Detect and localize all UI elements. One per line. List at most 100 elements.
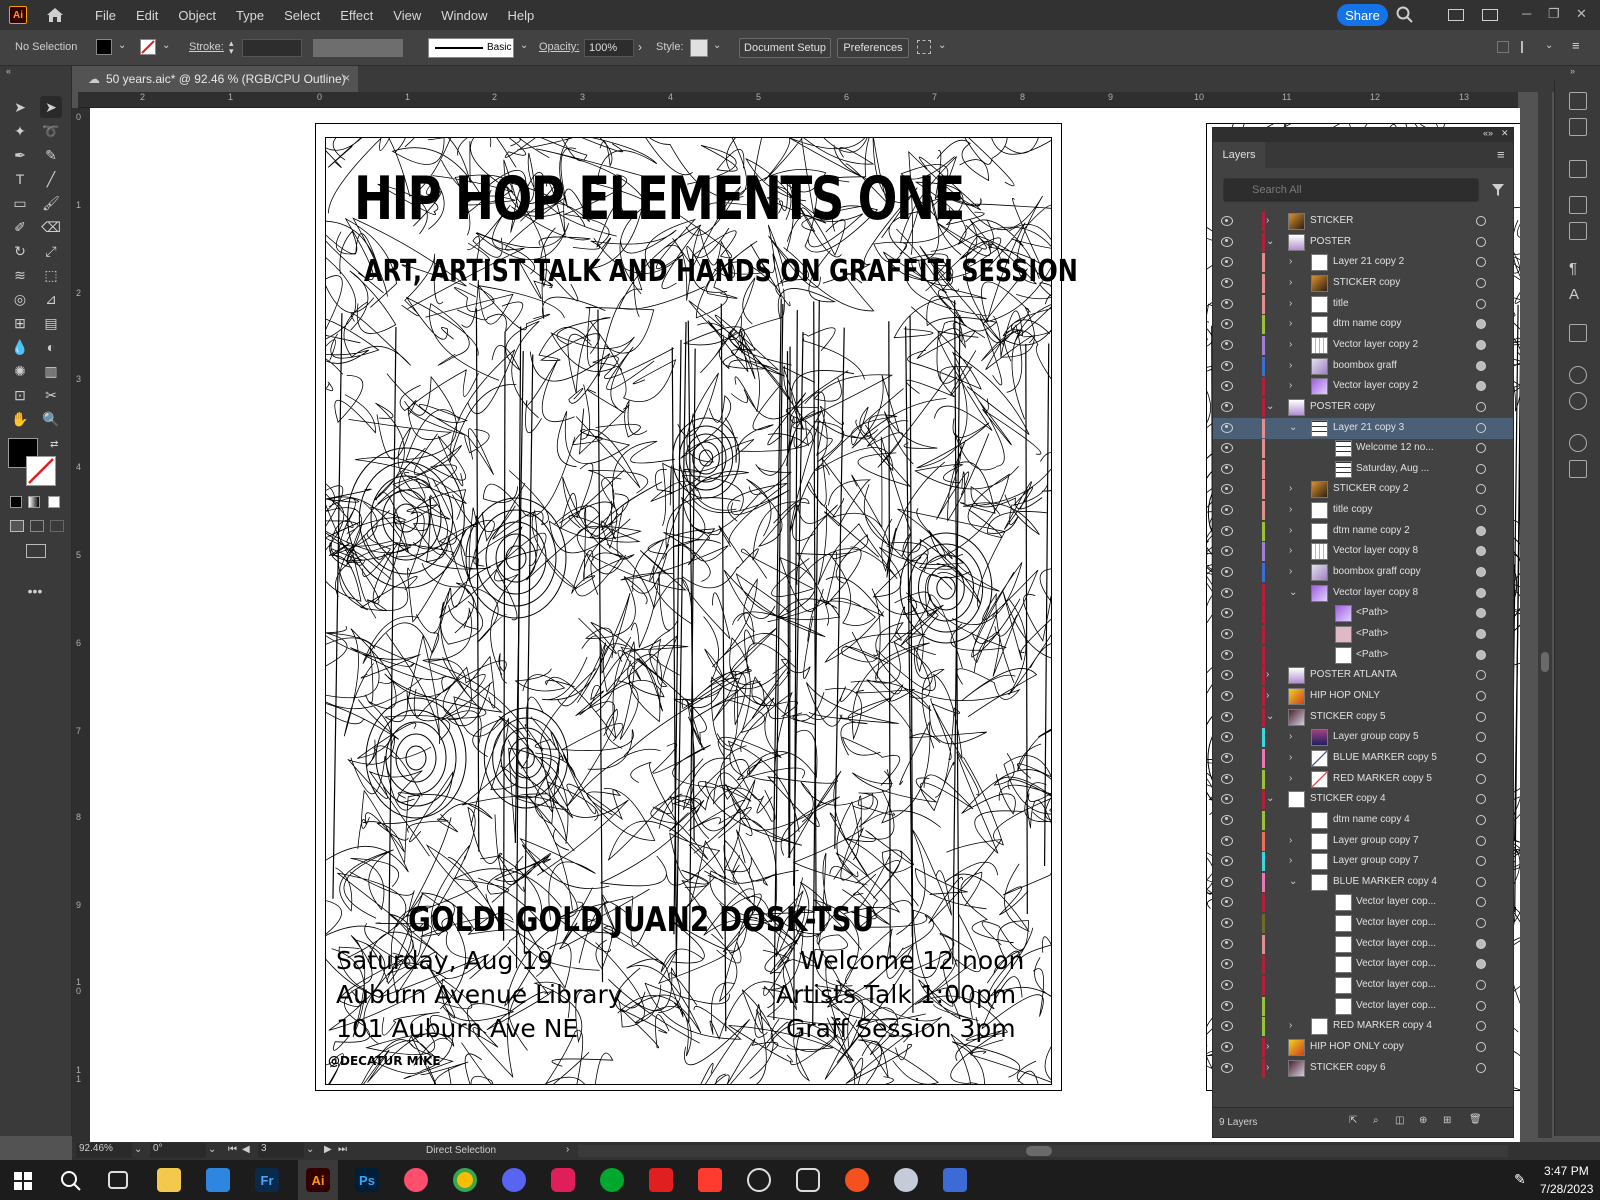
layer-name[interactable]: Vector layer copy 8 [1333,545,1418,556]
create-layer-icon[interactable]: ⊞ [1443,1115,1451,1126]
zoom-tool-icon[interactable]: 🔍 [40,408,62,430]
layer-name[interactable]: HIP HOP ONLY [1310,690,1380,701]
gradient-tool-icon[interactable]: ▤ [40,312,62,334]
target-circle-icon[interactable] [1476,856,1486,867]
layer-row[interactable]: › Layer group copy 5 [1213,727,1513,748]
shaper-tool-icon[interactable]: ✐ [9,216,31,238]
paragraph-icon[interactable]: ¶ [1569,260,1587,278]
pen-icon[interactable]: ✎ [1514,1171,1526,1188]
layer-name[interactable]: Layer group copy 5 [1333,731,1419,742]
brush-definition[interactable]: Basic [428,38,514,58]
color-mode-icon[interactable] [10,496,22,508]
menu-type[interactable]: Type [226,8,274,23]
target-circle-icon[interactable] [1476,897,1486,908]
target-circle-icon[interactable] [1476,401,1486,412]
layer-name[interactable]: Layer group copy 7 [1333,855,1419,866]
document-tab[interactable]: ☁ 50 years.aic* @ 92.46 % (RGB/CPU Outli… [78,66,358,92]
layer-row[interactable]: ⌄ Vector layer copy 8 [1213,583,1513,604]
expand-arrow-icon[interactable]: › [1266,215,1269,226]
visibility-eye-icon[interactable] [1221,463,1233,474]
collapse-arrow-icon[interactable]: ⌄ [1289,422,1297,433]
menu-select[interactable]: Select [274,8,330,23]
target-circle-icon[interactable] [1476,794,1486,805]
previous-artboard-icon[interactable]: ◀ [242,1144,250,1155]
expand-arrow-icon[interactable]: › [1289,773,1292,784]
layer-row[interactable]: ⌄ STICKER copy 4 [1213,789,1513,810]
layer-row[interactable]: <Path> [1213,624,1513,645]
layer-row[interactable]: › Layer group copy 7 [1213,831,1513,852]
layer-row[interactable]: › POSTER ATLANTA [1213,665,1513,686]
layer-row[interactable]: ⌄ BLUE MARKER copy 4 [1213,872,1513,893]
layer-name[interactable]: STICKER copy [1333,277,1400,288]
none-mode-icon[interactable] [48,496,60,508]
layer-row[interactable]: › RED MARKER copy 5 [1213,769,1513,790]
arrange-documents-icon[interactable] [1448,9,1464,21]
menu-view[interactable]: View [383,8,431,23]
layer-name[interactable]: Vector layer copy 2 [1333,380,1418,391]
expand-panels-icon[interactable]: » [1570,66,1575,76]
visibility-eye-icon[interactable] [1221,1021,1233,1032]
expand-arrow-icon[interactable]: › [1289,855,1292,866]
layer-row[interactable]: <Path> [1213,603,1513,624]
visibility-eye-icon[interactable] [1221,959,1233,970]
slack-icon[interactable] [551,1168,575,1192]
visibility-eye-icon[interactable] [1221,401,1233,412]
menu-window[interactable]: Window [431,8,497,23]
draw-normal-icon[interactable] [10,520,24,532]
search-icon[interactable] [1396,6,1414,24]
target-circle-icon[interactable] [1476,732,1486,743]
chevron-down-icon[interactable]: ⌄ [306,1144,314,1155]
menu-effect[interactable]: Effect [330,8,383,23]
photoshop-icon[interactable]: Ps [355,1168,379,1192]
expand-arrow-icon[interactable]: › [1289,525,1292,536]
expand-arrow-icon[interactable]: › [1289,318,1292,329]
chevron-down-icon[interactable]: ⌄ [118,40,126,51]
visibility-eye-icon[interactable] [1221,1042,1233,1052]
properties-icon[interactable] [1569,92,1587,110]
chrome-icon[interactable] [453,1168,477,1192]
target-circle-icon[interactable] [1476,711,1486,722]
layers-search-input[interactable]: Search All [1223,178,1479,202]
layer-name[interactable]: Vector layer cop... [1356,938,1436,949]
windows-start-icon[interactable] [14,1172,32,1190]
target-circle-icon[interactable] [1476,277,1486,288]
target-circle-icon[interactable] [1476,339,1486,350]
expand-arrow-icon[interactable]: › [1289,360,1292,371]
collapse-arrow-icon[interactable]: ⌄ [1289,587,1297,598]
layer-name[interactable]: Vector layer cop... [1356,958,1436,969]
illustrator-taskbar-icon[interactable]: Ai [306,1168,330,1192]
expand-arrow-icon[interactable]: › [1289,1020,1292,1031]
visibility-eye-icon[interactable] [1221,794,1233,805]
perspective-grid-icon[interactable]: ⊿ [40,288,62,310]
mesh-tool-icon[interactable]: ⊞ [9,312,31,334]
layer-name[interactable]: Vector layer cop... [1356,896,1436,907]
curvature-tool-icon[interactable]: ✎ [40,144,62,166]
lasso-icon[interactable]: ➰ [40,120,62,142]
layer-row[interactable]: › HIP HOP ONLY copy [1213,1037,1513,1058]
target-circle-icon[interactable] [1476,1021,1486,1032]
target-circle-icon[interactable] [1476,484,1486,495]
layer-name[interactable]: BLUE MARKER copy 5 [1333,752,1437,763]
layer-row[interactable]: › title [1213,294,1513,315]
expand-arrow-icon[interactable]: › [1266,669,1269,680]
pen-tool-icon[interactable]: ✒ [9,144,31,166]
collapse-arrow-icon[interactable]: ⌄ [1266,793,1274,804]
visibility-eye-icon[interactable] [1221,649,1233,660]
layer-row[interactable]: Vector layer cop... [1213,934,1513,955]
symbol-sprayer-icon[interactable]: ✺ [9,360,31,382]
app-icon-red[interactable] [649,1168,673,1192]
target-circle-icon[interactable] [1476,649,1486,660]
visibility-eye-icon[interactable] [1221,856,1233,867]
visibility-eye-icon[interactable] [1221,670,1233,681]
expand-arrow-icon[interactable]: › [1289,731,1292,742]
stroke-swatch[interactable] [140,39,156,55]
draw-behind-icon[interactable] [30,520,44,532]
app-icon-red-2[interactable] [698,1168,722,1192]
fresco-icon[interactable]: Fr [255,1168,279,1192]
layers-tab[interactable]: Layers [1213,142,1265,168]
menu-edit[interactable]: Edit [126,8,168,23]
minimize-icon[interactable]: ─ [1522,6,1531,21]
variable-width-profile[interactable] [313,39,403,57]
rotation-field[interactable]: 0° [150,1143,206,1158]
shape-builder-icon[interactable]: ◎ [9,288,31,310]
